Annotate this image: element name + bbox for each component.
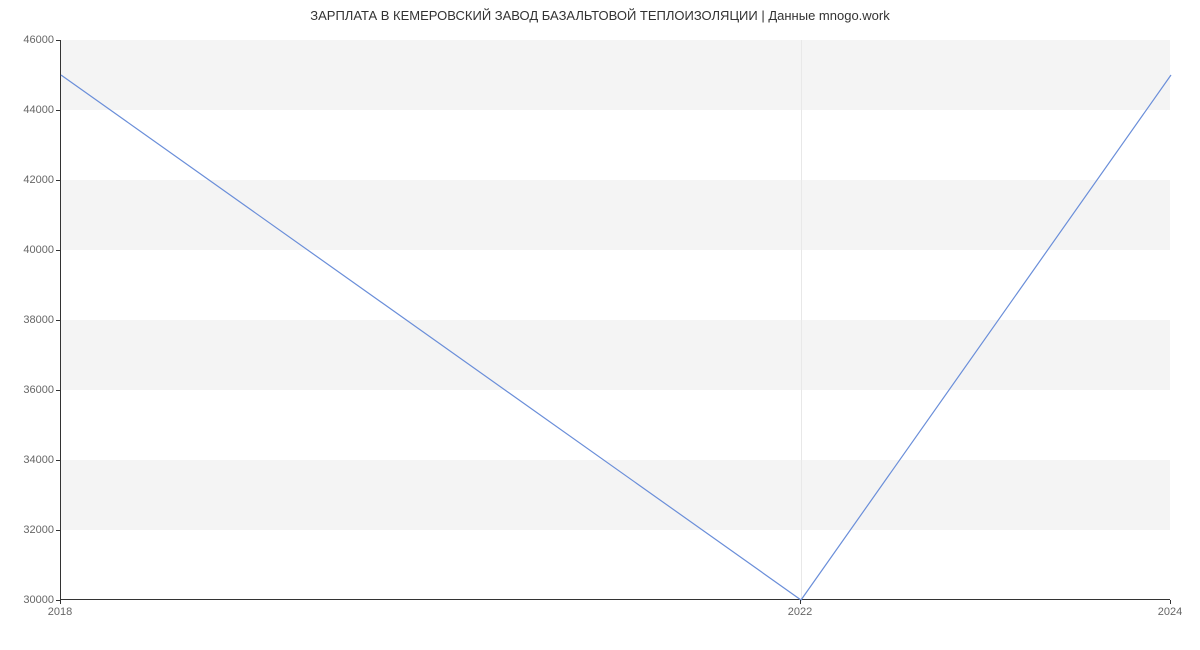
chart-area: 3000032000340003600038000400004200044000…	[60, 40, 1170, 600]
x-tick-mark	[60, 600, 61, 604]
y-tick-label: 32000	[12, 524, 54, 536]
y-tick-label: 40000	[12, 244, 54, 256]
y-tick-label: 46000	[12, 34, 54, 46]
x-tick-mark	[800, 600, 801, 604]
y-tick-label: 30000	[12, 594, 54, 606]
x-tick-label: 2022	[788, 606, 812, 618]
y-tick-label: 42000	[12, 174, 54, 186]
y-tick-label: 44000	[12, 104, 54, 116]
chart-title: ЗАРПЛАТА В КЕМЕРОВСКИЙ ЗАВОД БАЗАЛЬТОВОЙ…	[0, 0, 1200, 23]
x-tick-label: 2024	[1158, 606, 1182, 618]
line-series	[61, 40, 1171, 600]
y-tick-mark	[56, 390, 60, 391]
y-tick-mark	[56, 320, 60, 321]
x-tick-label: 2018	[48, 606, 72, 618]
y-tick-mark	[56, 460, 60, 461]
y-tick-label: 34000	[12, 454, 54, 466]
x-tick-mark	[1170, 600, 1171, 604]
plot-region	[60, 40, 1170, 600]
y-tick-mark	[56, 250, 60, 251]
y-tick-label: 36000	[12, 384, 54, 396]
y-tick-mark	[56, 110, 60, 111]
y-tick-mark	[56, 530, 60, 531]
y-tick-label: 38000	[12, 314, 54, 326]
y-tick-mark	[56, 180, 60, 181]
y-tick-mark	[56, 40, 60, 41]
